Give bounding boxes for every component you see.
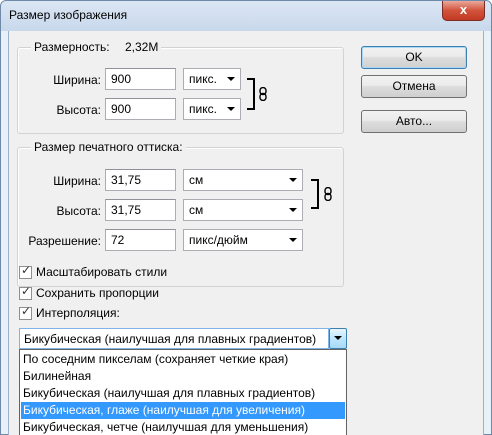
print-height-input[interactable]: 31,75	[105, 199, 176, 221]
resample-label[interactable]: Интерполяция:	[36, 306, 120, 320]
pixel-dimensions-size: 2,32M	[124, 40, 159, 54]
chain-link-icon[interactable]	[324, 187, 332, 201]
resolution-label: Разрешение:	[28, 234, 101, 248]
pixel-width-input[interactable]: 900	[105, 68, 176, 90]
print-link-bracket	[311, 179, 319, 209]
print-width-input[interactable]: 31,75	[105, 169, 176, 191]
pixel-dimensions-title: Размерность: 2,32M	[31, 40, 162, 54]
interpolation-option-bicubic[interactable]: Бикубическая (наилучшая для плавных град…	[21, 385, 345, 402]
auto-button[interactable]: Авто...	[361, 110, 467, 133]
chevron-down-icon	[289, 238, 297, 242]
pixel-link-bracket	[247, 78, 255, 110]
print-size-title: Размер печатного оттиска:	[31, 140, 186, 154]
constrain-proportions-checkbox[interactable]: ✓	[19, 284, 32, 300]
pixel-dimensions-group	[17, 47, 344, 134]
pixel-height-input[interactable]: 900	[105, 98, 176, 120]
interpolation-option-bicubic-smoother[interactable]: Бикубическая, глаже (наилучшая для увели…	[21, 402, 345, 419]
ok-button[interactable]: OK	[361, 46, 467, 69]
cancel-button[interactable]: Отмена	[361, 75, 467, 98]
image-size-dialog: Размер изображения x Размерность: 2,32M …	[0, 0, 492, 435]
window-title: Размер изображения	[9, 8, 128, 22]
interpolation-select[interactable]: Бикубическая (наилучшая для плавных град…	[19, 328, 329, 349]
pixel-height-unit-select[interactable]: пикс.	[183, 98, 241, 120]
check-icon: ✓	[21, 284, 32, 298]
interpolation-option-bicubic-sharper[interactable]: Бикубическая, четче (наилучшая для умень…	[21, 419, 345, 435]
title-bar[interactable]: Размер изображения x	[1, 1, 491, 31]
interpolation-option-nearest[interactable]: По соседним пикселам (сохраняет четкие к…	[21, 351, 345, 368]
close-button[interactable]: x	[442, 1, 485, 21]
check-icon: ✓	[21, 263, 32, 277]
chain-link-icon[interactable]	[259, 87, 267, 101]
print-height-label: Высота:	[56, 204, 101, 218]
chevron-down-icon	[227, 107, 235, 111]
interpolation-options-list: По соседним пикселам (сохраняет четкие к…	[19, 349, 347, 435]
scale-styles-label[interactable]: Масштабировать стили	[36, 265, 167, 279]
pixel-width-unit-select[interactable]: пикс.	[183, 68, 241, 90]
chevron-down-icon	[334, 336, 342, 340]
resolution-unit-select[interactable]: пикс/дюйм	[183, 229, 303, 251]
print-width-label: Ширина:	[53, 174, 101, 188]
resample-checkbox[interactable]: ✓	[19, 304, 32, 320]
close-icon: x	[459, 2, 468, 17]
print-height-unit-select[interactable]: см	[183, 199, 303, 221]
interpolation-dropdown-button[interactable]	[329, 328, 347, 349]
pixel-width-label: Ширина:	[53, 73, 101, 87]
check-icon: ✓	[21, 304, 32, 318]
pixel-dimensions-label: Размерность:	[34, 40, 110, 54]
dialog-body: Размерность: 2,32M Ширина: 900 пикс. Выс…	[8, 31, 484, 435]
print-width-unit-select[interactable]: см	[183, 169, 303, 191]
chevron-down-icon	[289, 208, 297, 212]
chevron-down-icon	[227, 77, 235, 81]
constrain-proportions-label[interactable]: Сохранить пропорции	[36, 286, 159, 300]
resolution-input[interactable]: 72	[105, 229, 176, 251]
pixel-height-label: Высота:	[56, 103, 101, 117]
interpolation-option-bilinear[interactable]: Билинейная	[21, 368, 345, 385]
chevron-down-icon	[289, 178, 297, 182]
scale-styles-checkbox[interactable]: ✓	[19, 263, 32, 279]
